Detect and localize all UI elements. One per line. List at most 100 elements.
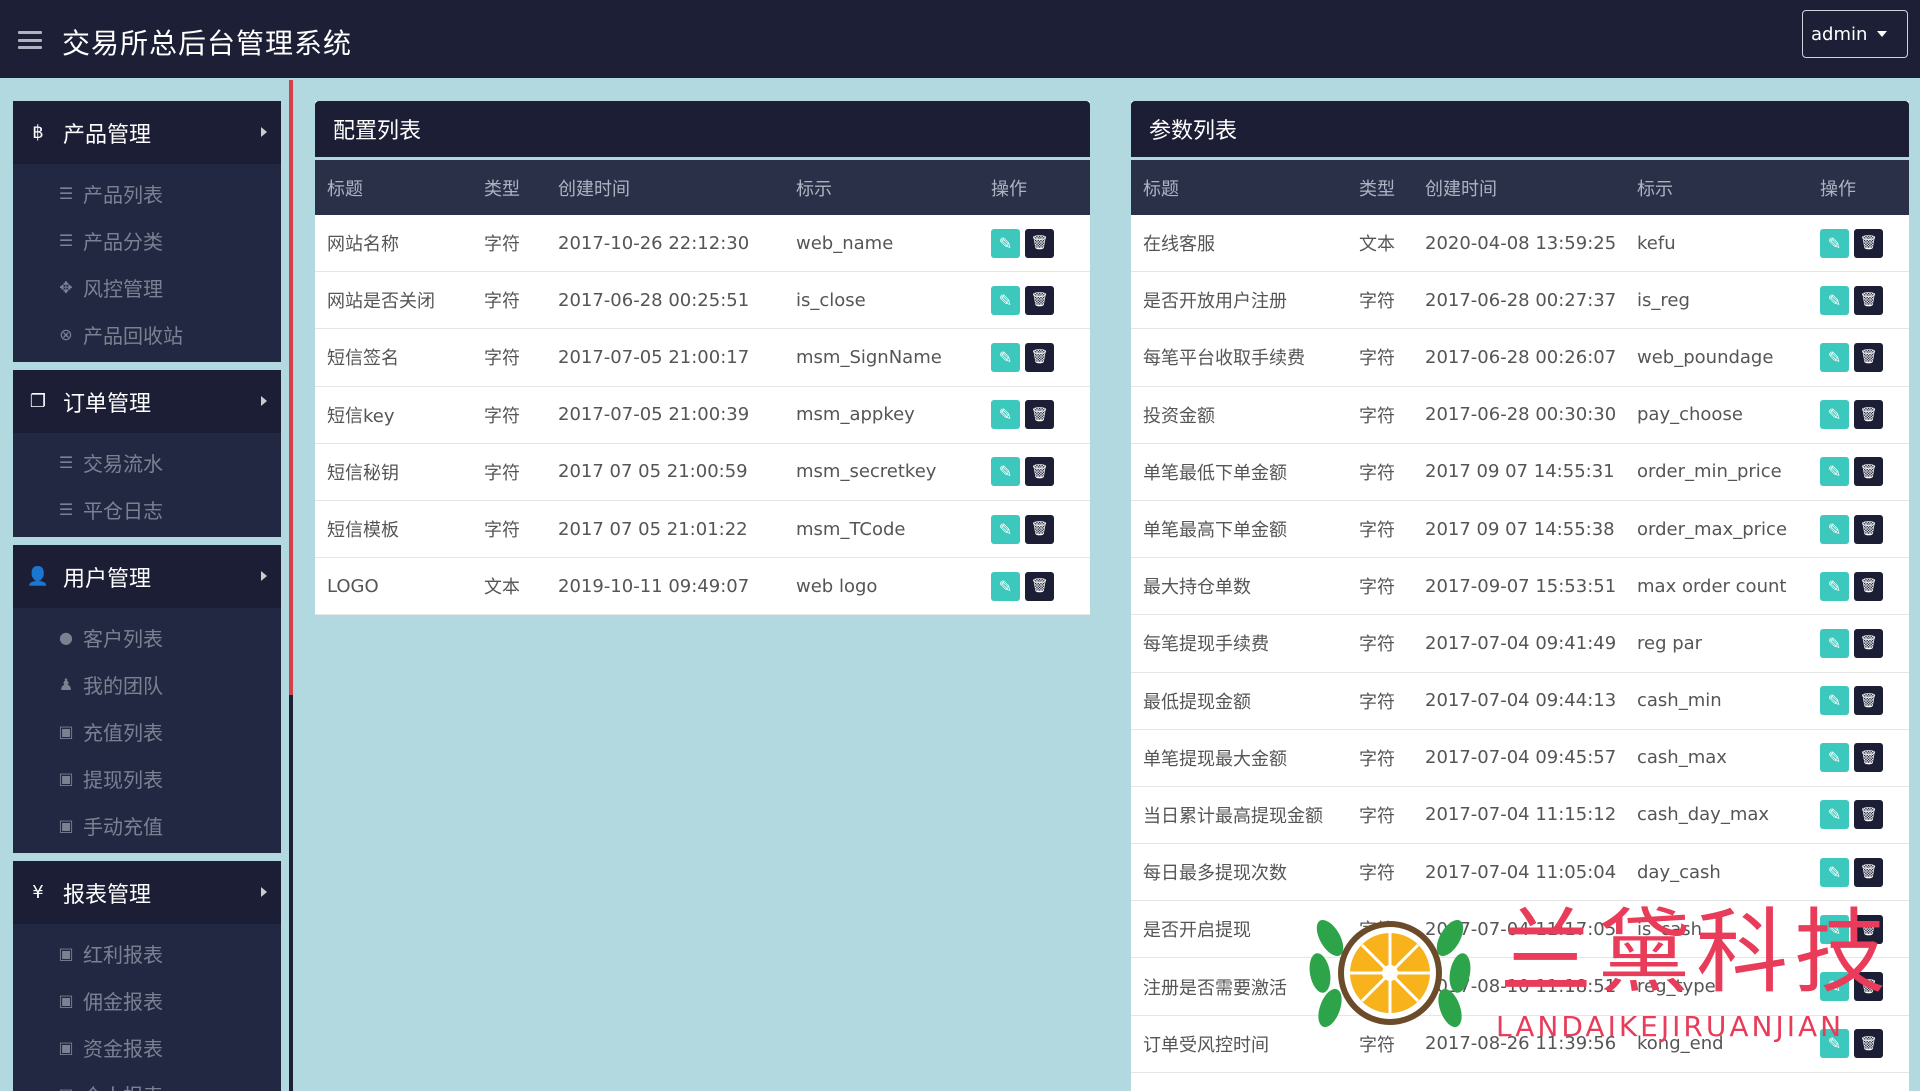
edit-button[interactable]: ✎ — [1820, 400, 1849, 430]
edit-button[interactable]: ✎ — [1820, 914, 1849, 944]
delete-button[interactable]: 🗑 — [1025, 285, 1054, 315]
delete-button[interactable]: 🗑 — [1854, 400, 1883, 430]
cell-key: pay_choose — [1637, 404, 1743, 426]
row-actions: ✎ 🗑 — [1820, 285, 1883, 315]
sidebar-item-label: 产品分类 — [83, 230, 163, 254]
edit-button[interactable]: ✎ — [1820, 857, 1849, 887]
sidebar-item[interactable]: ☰ 平仓日志 — [13, 486, 281, 533]
cell-type: 字符 — [1359, 634, 1395, 656]
edit-button[interactable]: ✎ — [1820, 1029, 1849, 1059]
delete-button[interactable]: 🗑 — [1854, 342, 1883, 372]
edit-button[interactable]: ✎ — [1820, 571, 1849, 601]
delete-button[interactable]: 🗑 — [1025, 457, 1054, 487]
menu-submenu: ☰ 产品列表 ☰ 产品分类 ✥ 风控管理 ⊗ 产品回收站 — [13, 164, 281, 362]
delete-button[interactable]: 🗑 — [1025, 400, 1054, 430]
sidebar-item[interactable]: ▣ 红利报表 — [13, 930, 281, 977]
delete-button[interactable]: 🗑 — [1854, 228, 1883, 258]
cell-type: 字符 — [484, 405, 520, 427]
row-actions: ✎ 🗑 — [1820, 571, 1883, 601]
delete-button[interactable]: 🗑 — [1854, 628, 1883, 658]
sidebar-item[interactable]: ▣ 提现列表 — [13, 755, 281, 802]
table-row: 注册是否需要激活 字符 2017-08-10 11:18:51 reg_type ✎ 🗑 — [1131, 958, 1909, 1016]
cell-key: max order count — [1637, 575, 1787, 597]
table-row: LOGO 文本 2019-10-11 09:49:07 web logo ✎ 🗑 — [315, 558, 1090, 616]
edit-button[interactable]: ✎ — [991, 457, 1020, 487]
delete-button[interactable]: 🗑 — [1854, 914, 1883, 944]
delete-button[interactable]: 🗑 — [1025, 342, 1054, 372]
cell-key: order_max_price — [1637, 518, 1788, 540]
cell-created: 2017-07-05 21:00:17 — [558, 346, 750, 368]
chevron-right-icon — [261, 571, 267, 581]
sidebar-item[interactable]: ♟ 我的团队 — [13, 661, 281, 708]
edit-button[interactable]: ✎ — [991, 514, 1020, 544]
cell-title: 注册是否需要激活 — [1143, 977, 1287, 999]
edit-button[interactable]: ✎ — [991, 342, 1020, 372]
column-header: 创建时间 — [1425, 178, 1497, 200]
delete-button[interactable]: 🗑 — [1025, 514, 1054, 544]
cell-type: 字符 — [1359, 405, 1395, 427]
sidebar-item[interactable]: ● 客户列表 — [13, 614, 281, 661]
menu-group: ¥ 报表管理 ▣ 红利报表 ▣ 佣金报表 ▣ 资金报表 ▣ 个人报表 — [13, 861, 281, 1091]
delete-button[interactable]: 🗑 — [1854, 285, 1883, 315]
edit-button[interactable]: ✎ — [1820, 686, 1849, 716]
cell-created: 2017-07-04 11:17:05 — [1425, 918, 1617, 940]
delete-button[interactable]: 🗑 — [1854, 457, 1883, 487]
sidebar-item[interactable]: ✥ 风控管理 — [13, 264, 281, 311]
sidebar-item[interactable]: ▣ 佣金报表 — [13, 977, 281, 1024]
row-actions: ✎ 🗑 — [1820, 800, 1883, 830]
menu-group-header[interactable]: ¥ 报表管理 — [13, 861, 281, 924]
column-header: 创建时间 — [558, 178, 630, 200]
delete-button[interactable]: 🗑 — [1025, 228, 1054, 258]
admin-user-dropdown[interactable]: admin — [1802, 10, 1908, 58]
edit-button[interactable]: ✎ — [1820, 800, 1849, 830]
edit-button[interactable]: ✎ — [991, 285, 1020, 315]
sidebar-item[interactable]: ▣ 手动充值 — [13, 802, 281, 849]
sidebar-item[interactable]: ☰ 产品分类 — [13, 217, 281, 264]
edit-button[interactable]: ✎ — [1820, 743, 1849, 773]
sidebar-item[interactable]: ▣ 充值列表 — [13, 708, 281, 755]
delete-button[interactable]: 🗑 — [1854, 800, 1883, 830]
cell-created: 2017-06-28 00:26:07 — [1425, 346, 1617, 368]
edit-button[interactable]: ✎ — [1820, 285, 1849, 315]
sidebar-item[interactable]: ▣ 资金报表 — [13, 1024, 281, 1071]
delete-button[interactable]: 🗑 — [1854, 743, 1883, 773]
delete-button[interactable]: 🗑 — [1854, 972, 1883, 1002]
chevron-right-icon — [261, 127, 267, 137]
delete-button[interactable]: 🗑 — [1854, 686, 1883, 716]
delete-button[interactable]: 🗑 — [1854, 571, 1883, 601]
table-row: 网站名称 字符 2017-10-26 22:12:30 web_name ✎ 🗑 — [315, 215, 1090, 273]
edit-button[interactable]: ✎ — [1820, 628, 1849, 658]
menu-submenu: ● 客户列表 ♟ 我的团队 ▣ 充值列表 ▣ 提现列表 ▣ 手动充值 — [13, 608, 281, 853]
edit-button[interactable]: ✎ — [991, 400, 1020, 430]
edit-button[interactable]: ✎ — [991, 571, 1020, 601]
caret-down-icon — [1877, 31, 1888, 37]
delete-button[interactable]: 🗑 — [1025, 571, 1054, 601]
chevron-right-icon — [261, 396, 267, 406]
delete-button[interactable]: 🗑 — [1854, 1029, 1883, 1059]
column-header: 标题 — [1143, 178, 1179, 200]
sidebar-item[interactable]: ☰ 产品列表 — [13, 170, 281, 217]
cell-key: is_close — [796, 289, 866, 311]
cell-title: 短信key — [327, 405, 395, 427]
menu-group-header[interactable]: 👤 用户管理 — [13, 545, 281, 608]
edit-button[interactable]: ✎ — [1820, 228, 1849, 258]
list-icon: ☰ — [58, 184, 74, 203]
cell-created: 2017 09 07 14:55:38 — [1425, 518, 1615, 540]
sidebar-item[interactable]: ▣ 个人报表 — [13, 1071, 281, 1091]
menu-group-header[interactable]: ❐ 订单管理 — [13, 370, 281, 433]
delete-button[interactable]: 🗑 — [1854, 857, 1883, 887]
sidebar-item[interactable]: ⊗ 产品回收站 — [13, 311, 281, 358]
edit-button[interactable]: ✎ — [1820, 342, 1849, 372]
column-header: 标示 — [796, 178, 832, 200]
cell-title: 在线客服 — [1143, 234, 1215, 256]
menu-toggle-icon[interactable] — [18, 31, 42, 49]
sidebar-item[interactable]: ☰ 交易流水 — [13, 439, 281, 486]
chevron-right-icon — [261, 887, 267, 897]
edit-button[interactable]: ✎ — [1820, 972, 1849, 1002]
edit-button[interactable]: ✎ — [1820, 457, 1849, 487]
delete-button[interactable]: 🗑 — [1854, 514, 1883, 544]
edit-button[interactable]: ✎ — [991, 228, 1020, 258]
menu-group-header[interactable]: ฿ 产品管理 — [13, 101, 281, 164]
cell-title: 每笔提现手续费 — [1143, 634, 1269, 656]
edit-button[interactable]: ✎ — [1820, 514, 1849, 544]
